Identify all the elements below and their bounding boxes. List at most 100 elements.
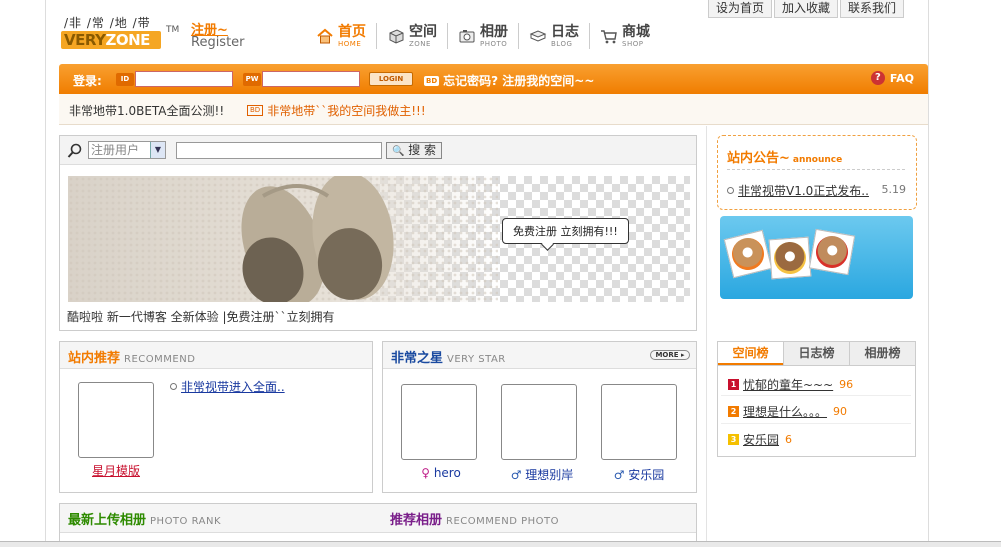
male-icon: ♂ bbox=[613, 468, 625, 482]
slippers-photo bbox=[68, 176, 498, 302]
login-label: 登录: bbox=[73, 74, 102, 88]
notice-link-text: 非常地带``我的空间我做主!!! bbox=[267, 104, 426, 118]
notice-link[interactable]: BD 非常地带``我的空间我做主!!! bbox=[247, 102, 426, 119]
rank-name: 安乐园 bbox=[743, 433, 780, 447]
tab-zone-rank[interactable]: 空间榜 bbox=[718, 342, 783, 365]
forgot-register-link[interactable]: 忘记密码? 注册我的空间~~ bbox=[443, 72, 594, 89]
bullet-icon bbox=[727, 187, 734, 194]
rank-divider bbox=[721, 423, 911, 424]
announce-divider bbox=[727, 169, 905, 170]
rank-divider bbox=[721, 395, 911, 396]
search-panel: 注册用户 ▼ 🔍 搜 索 免费注册 立刻拥有!!! 酷啦啦 新一代博客 全新体验… bbox=[59, 135, 697, 331]
column-divider bbox=[706, 126, 707, 546]
site-logo[interactable]: VERYZONE bbox=[61, 31, 161, 49]
nav-blog[interactable]: 日志 BLOG bbox=[518, 23, 589, 49]
star-avatar-1[interactable] bbox=[401, 384, 477, 460]
announce-box: 站内公告~ announce 非常视带V1.0正式发布.. 5.19 bbox=[717, 135, 917, 210]
photo-header: 最新上传相册 PHOTO RANK 推荐相册 RECOMMEND PHOTO bbox=[60, 504, 696, 533]
announce-item[interactable]: 非常视带V1.0正式发布.. bbox=[727, 182, 869, 199]
nav-zone-en: ZONE bbox=[409, 39, 431, 48]
nav-photo-label: 相册 bbox=[480, 23, 508, 40]
logo-tagline: /非 /常 /地 /带 bbox=[64, 16, 151, 30]
star-avatar-2[interactable] bbox=[501, 384, 577, 460]
trademark: TM bbox=[166, 25, 180, 35]
template-thumbnail[interactable] bbox=[78, 382, 154, 458]
recommend-title-wrap: 站内推荐 RECOMMEND bbox=[68, 347, 195, 366]
rank-number-3: 3 bbox=[728, 434, 739, 445]
bullet-icon bbox=[170, 383, 177, 390]
register-label-en: Register bbox=[191, 35, 245, 50]
rank-row[interactable]: 1 忧郁的童年~~~ 96 bbox=[728, 376, 910, 393]
rank-count: 96 bbox=[839, 378, 854, 391]
login-id-input[interactable] bbox=[135, 71, 233, 87]
cart-icon bbox=[600, 27, 618, 45]
rank-count: 90 bbox=[833, 405, 848, 418]
help-icon: ? bbox=[870, 71, 885, 85]
nav-photo[interactable]: 相册 PHOTO bbox=[447, 23, 518, 49]
search-input[interactable] bbox=[176, 142, 382, 159]
search-button[interactable]: 🔍 搜 索 bbox=[386, 142, 442, 159]
nav-zone-label: 空间 bbox=[409, 23, 437, 40]
recommend-title-en: RECOMMEND bbox=[124, 354, 196, 365]
bear-image bbox=[813, 233, 851, 271]
rank-row[interactable]: 3 安乐园 6 bbox=[728, 431, 910, 448]
nav-shop[interactable]: 商城 SHOP bbox=[589, 23, 660, 49]
nav-shop-label: 商城 bbox=[622, 23, 650, 40]
nav-photo-en: PHOTO bbox=[480, 39, 508, 48]
star-name-1[interactable]: ♀ hero bbox=[401, 466, 481, 480]
home-icon bbox=[316, 27, 334, 45]
logo-word-a: VERY bbox=[64, 31, 106, 49]
male-icon: ♂ bbox=[510, 468, 522, 482]
announce-item-text: 非常视带V1.0正式发布.. bbox=[738, 184, 869, 198]
login-password-input[interactable] bbox=[262, 71, 360, 87]
bear-image bbox=[728, 234, 768, 274]
nav-shop-en: SHOP bbox=[622, 39, 644, 48]
very-star-header: 非常之星 VERY STAR MORE ▸ bbox=[383, 342, 696, 369]
search-type-value: 注册用户 bbox=[91, 143, 140, 157]
nav-zone[interactable]: 空间 ZONE bbox=[376, 23, 447, 49]
nav-home[interactable]: 首页 HOME bbox=[316, 23, 376, 49]
recommend-title: 站内推荐 bbox=[68, 351, 121, 366]
star-name-2[interactable]: ♂ 理想别岸 bbox=[501, 466, 583, 483]
add-favorite-link[interactable]: 加入收藏 bbox=[774, 0, 839, 18]
login-button[interactable]: LOGIN bbox=[369, 72, 413, 86]
search-type-select[interactable]: 注册用户 ▼ bbox=[88, 141, 166, 159]
recommend-list-item[interactable]: 非常视带进入全面.. bbox=[170, 378, 285, 395]
bear-card-3 bbox=[808, 228, 856, 276]
ranking-panel: 空间榜 日志榜 相册榜 1 忧郁的童年~~~ 96 2 理想是什么。。。 90 … bbox=[717, 341, 916, 457]
bear-promo-banner[interactable] bbox=[720, 216, 913, 299]
very-star-title-wrap: 非常之星 VERY STAR bbox=[391, 347, 506, 366]
login-links: BD 忘记密码? 注册我的空间~~ bbox=[424, 72, 594, 89]
rank-row[interactable]: 2 理想是什么。。。 90 bbox=[728, 403, 910, 420]
announce-date: 5.19 bbox=[881, 183, 907, 196]
set-homepage-link[interactable]: 设为首页 bbox=[708, 0, 773, 18]
recommend-photo-title-wrap: 推荐相册 RECOMMEND PHOTO bbox=[390, 509, 559, 528]
nav-home-en: HOME bbox=[338, 39, 362, 48]
female-icon: ♀ bbox=[421, 466, 430, 480]
more-button[interactable]: MORE ▸ bbox=[650, 350, 690, 360]
photo-rank-title-en: PHOTO RANK bbox=[150, 516, 222, 527]
nav-home-label: 首页 bbox=[338, 23, 366, 40]
template-thumb-caption[interactable]: 星月模版 bbox=[78, 462, 154, 479]
rank-name: 理想是什么。。。 bbox=[743, 405, 828, 419]
pw-tag: PW bbox=[243, 73, 261, 86]
recommend-photo-title-en: RECOMMEND PHOTO bbox=[446, 516, 559, 527]
recommend-photo-title: 推荐相册 bbox=[390, 513, 443, 528]
recommend-header: 站内推荐 RECOMMEND bbox=[60, 342, 372, 369]
star-name-1-text: hero bbox=[433, 466, 461, 480]
book-icon bbox=[529, 27, 547, 45]
tab-photo-rank[interactable]: 相册榜 bbox=[849, 342, 915, 365]
star-avatar-3[interactable] bbox=[601, 384, 677, 460]
recommend-link: 非常视带进入全面.. bbox=[181, 380, 285, 394]
promo-banner[interactable]: 免费注册 立刻拥有!!! bbox=[68, 176, 690, 302]
login-bar: 登录: ID PW LOGIN BD 忘记密码? 注册我的空间~~ ? FAQ bbox=[59, 64, 928, 94]
search-icon bbox=[67, 143, 83, 162]
announce-title-en: announce bbox=[792, 155, 843, 165]
bear-image bbox=[772, 240, 808, 276]
faq-link[interactable]: ? FAQ bbox=[870, 71, 914, 85]
search-button-icon: 🔍 bbox=[391, 146, 405, 157]
star-name-3[interactable]: ♂ 安乐园 bbox=[601, 466, 677, 483]
tab-blog-rank[interactable]: 日志榜 bbox=[783, 342, 849, 365]
logo-word-b: ZONE bbox=[105, 31, 150, 49]
contact-us-link[interactable]: 联系我们 bbox=[840, 0, 905, 18]
